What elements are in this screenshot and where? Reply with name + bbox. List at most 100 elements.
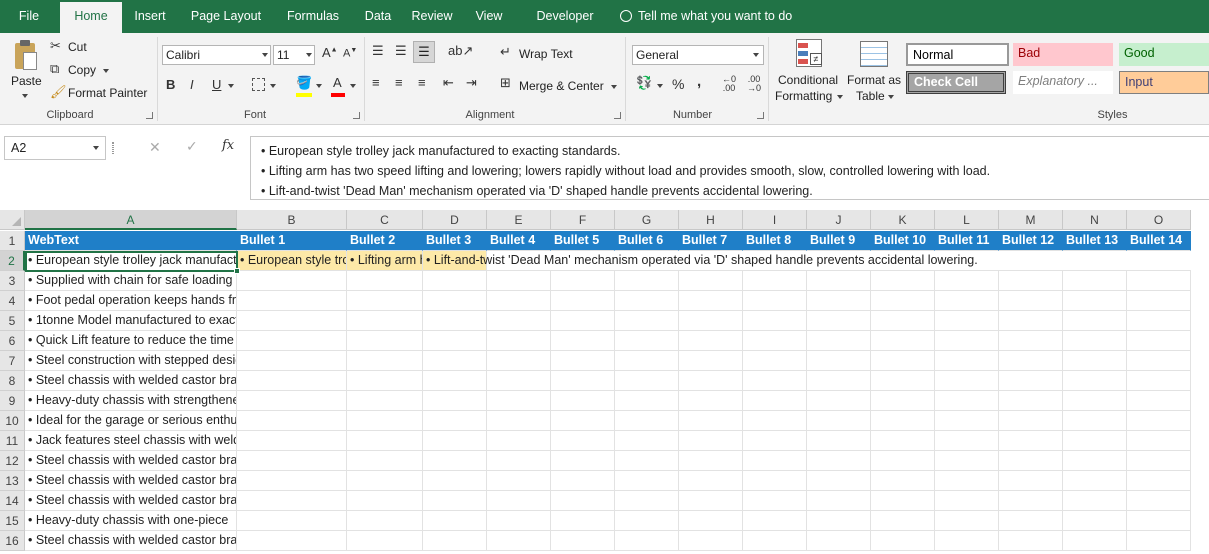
cell-b12[interactable] (237, 451, 347, 471)
cell-j6[interactable] (807, 331, 871, 351)
paste-icon[interactable] (12, 40, 38, 72)
increase-indent-icon[interactable]: ⇥ (466, 75, 477, 91)
header-cell-b[interactable]: Bullet 1 (237, 231, 347, 251)
cell-k11[interactable] (871, 431, 935, 451)
cell-d12[interactable] (423, 451, 487, 471)
cell-f4[interactable] (551, 291, 615, 311)
format-as-table-dropdown-icon[interactable] (888, 95, 894, 99)
cell-m9[interactable] (999, 391, 1063, 411)
wrap-text-button[interactable]: Wrap Text (519, 47, 573, 61)
cell-n8[interactable] (1063, 371, 1127, 391)
cell-o12[interactable] (1127, 451, 1191, 471)
cell-m11[interactable] (999, 431, 1063, 451)
cell-e12[interactable] (487, 451, 551, 471)
orientation-icon[interactable]: ab↗ (448, 43, 473, 59)
cell-g14[interactable] (615, 491, 679, 511)
cell-l3[interactable] (935, 271, 999, 291)
cell-h7[interactable] (679, 351, 743, 371)
cell-n16[interactable] (1063, 531, 1127, 551)
cell-g6[interactable] (615, 331, 679, 351)
cell-c3[interactable] (347, 271, 423, 291)
font-name-dropdown-icon[interactable] (262, 53, 268, 57)
accounting-dropdown-icon[interactable] (657, 84, 663, 88)
merge-dropdown-icon[interactable] (611, 85, 617, 89)
cell-f7[interactable] (551, 351, 615, 371)
row-header-2[interactable]: 2 (0, 251, 25, 271)
cell-i6[interactable] (743, 331, 807, 351)
cell-j15[interactable] (807, 511, 871, 531)
cell-e14[interactable] (487, 491, 551, 511)
cell-n14[interactable] (1063, 491, 1127, 511)
cell-n12[interactable] (1063, 451, 1127, 471)
cell-a4[interactable]: • Foot pedal operation keeps hands free (25, 291, 237, 311)
cell-g12[interactable] (615, 451, 679, 471)
cell-n13[interactable] (1063, 471, 1127, 491)
cell-i4[interactable] (743, 291, 807, 311)
alignment-launcher-icon[interactable] (614, 112, 621, 119)
cell-c16[interactable] (347, 531, 423, 551)
cell-c10[interactable] (347, 411, 423, 431)
cell-c2[interactable]: • Lifting arm has two speed lifting and … (347, 251, 423, 271)
cell-b16[interactable] (237, 531, 347, 551)
column-header-i[interactable]: I (743, 210, 807, 230)
cell-m2[interactable] (999, 251, 1063, 271)
cell-o10[interactable] (1127, 411, 1191, 431)
cell-m4[interactable] (999, 291, 1063, 311)
header-cell-c[interactable]: Bullet 2 (347, 231, 423, 251)
row-header-6[interactable]: 6 (0, 331, 25, 351)
cell-k5[interactable] (871, 311, 935, 331)
cell-h10[interactable] (679, 411, 743, 431)
cell-j2[interactable] (807, 251, 871, 271)
cell-a10[interactable]: • Ideal for the garage or serious enthus… (25, 411, 237, 431)
cell-g9[interactable] (615, 391, 679, 411)
cell-m15[interactable] (999, 511, 1063, 531)
column-header-f[interactable]: F (551, 210, 615, 230)
cell-i13[interactable] (743, 471, 807, 491)
cell-h14[interactable] (679, 491, 743, 511)
row-header-14[interactable]: 14 (0, 491, 25, 511)
cell-h9[interactable] (679, 391, 743, 411)
cell-style-good[interactable]: Good (1119, 43, 1209, 66)
cell-f15[interactable] (551, 511, 615, 531)
cancel-icon[interactable]: ✕ (149, 139, 161, 156)
header-cell-a[interactable]: WebText (25, 231, 237, 251)
cell-o7[interactable] (1127, 351, 1191, 371)
tab-data[interactable]: Data (354, 0, 402, 33)
row-header-10[interactable]: 10 (0, 411, 25, 431)
cell-b5[interactable] (237, 311, 347, 331)
row-header-16[interactable]: 16 (0, 531, 25, 551)
cell-i12[interactable] (743, 451, 807, 471)
cell-a7[interactable]: • Steel construction with stepped design (25, 351, 237, 371)
comma-button[interactable]: , (697, 73, 701, 90)
cell-a13[interactable]: • Steel chassis with welded castor brack… (25, 471, 237, 491)
cell-c13[interactable] (347, 471, 423, 491)
copy-dropdown-icon[interactable] (103, 69, 109, 73)
cell-n4[interactable] (1063, 291, 1127, 311)
row-header-1[interactable]: 1 (0, 231, 25, 251)
row-header-4[interactable]: 4 (0, 291, 25, 311)
cell-h8[interactable] (679, 371, 743, 391)
cell-k2[interactable] (871, 251, 935, 271)
cell-a16[interactable]: • Steel chassis with welded castor brack… (25, 531, 237, 551)
align-middle-icon[interactable]: ☰ (395, 43, 407, 59)
cell-a14[interactable]: • Steel chassis with welded castor brack… (25, 491, 237, 511)
cell-l7[interactable] (935, 351, 999, 371)
font-launcher-icon[interactable] (353, 112, 360, 119)
font-color-icon[interactable]: A (333, 75, 342, 90)
cell-e8[interactable] (487, 371, 551, 391)
cell-f12[interactable] (551, 451, 615, 471)
conditional-formatting-icon[interactable]: ≠ (796, 39, 824, 69)
format-painter-icon[interactable]: 🖌 (50, 84, 67, 100)
cell-k14[interactable] (871, 491, 935, 511)
cell-c8[interactable] (347, 371, 423, 391)
cell-l2[interactable] (935, 251, 999, 271)
cell-c4[interactable] (347, 291, 423, 311)
cell-l6[interactable] (935, 331, 999, 351)
cell-b2[interactable]: • European style trolley jack manufactur… (237, 251, 347, 271)
cell-g5[interactable] (615, 311, 679, 331)
cell-style-bad[interactable]: Bad (1013, 43, 1113, 66)
cell-m13[interactable] (999, 471, 1063, 491)
cell-j3[interactable] (807, 271, 871, 291)
row-header-3[interactable]: 3 (0, 271, 25, 291)
cell-a6[interactable]: • Quick Lift feature to reduce the time … (25, 331, 237, 351)
